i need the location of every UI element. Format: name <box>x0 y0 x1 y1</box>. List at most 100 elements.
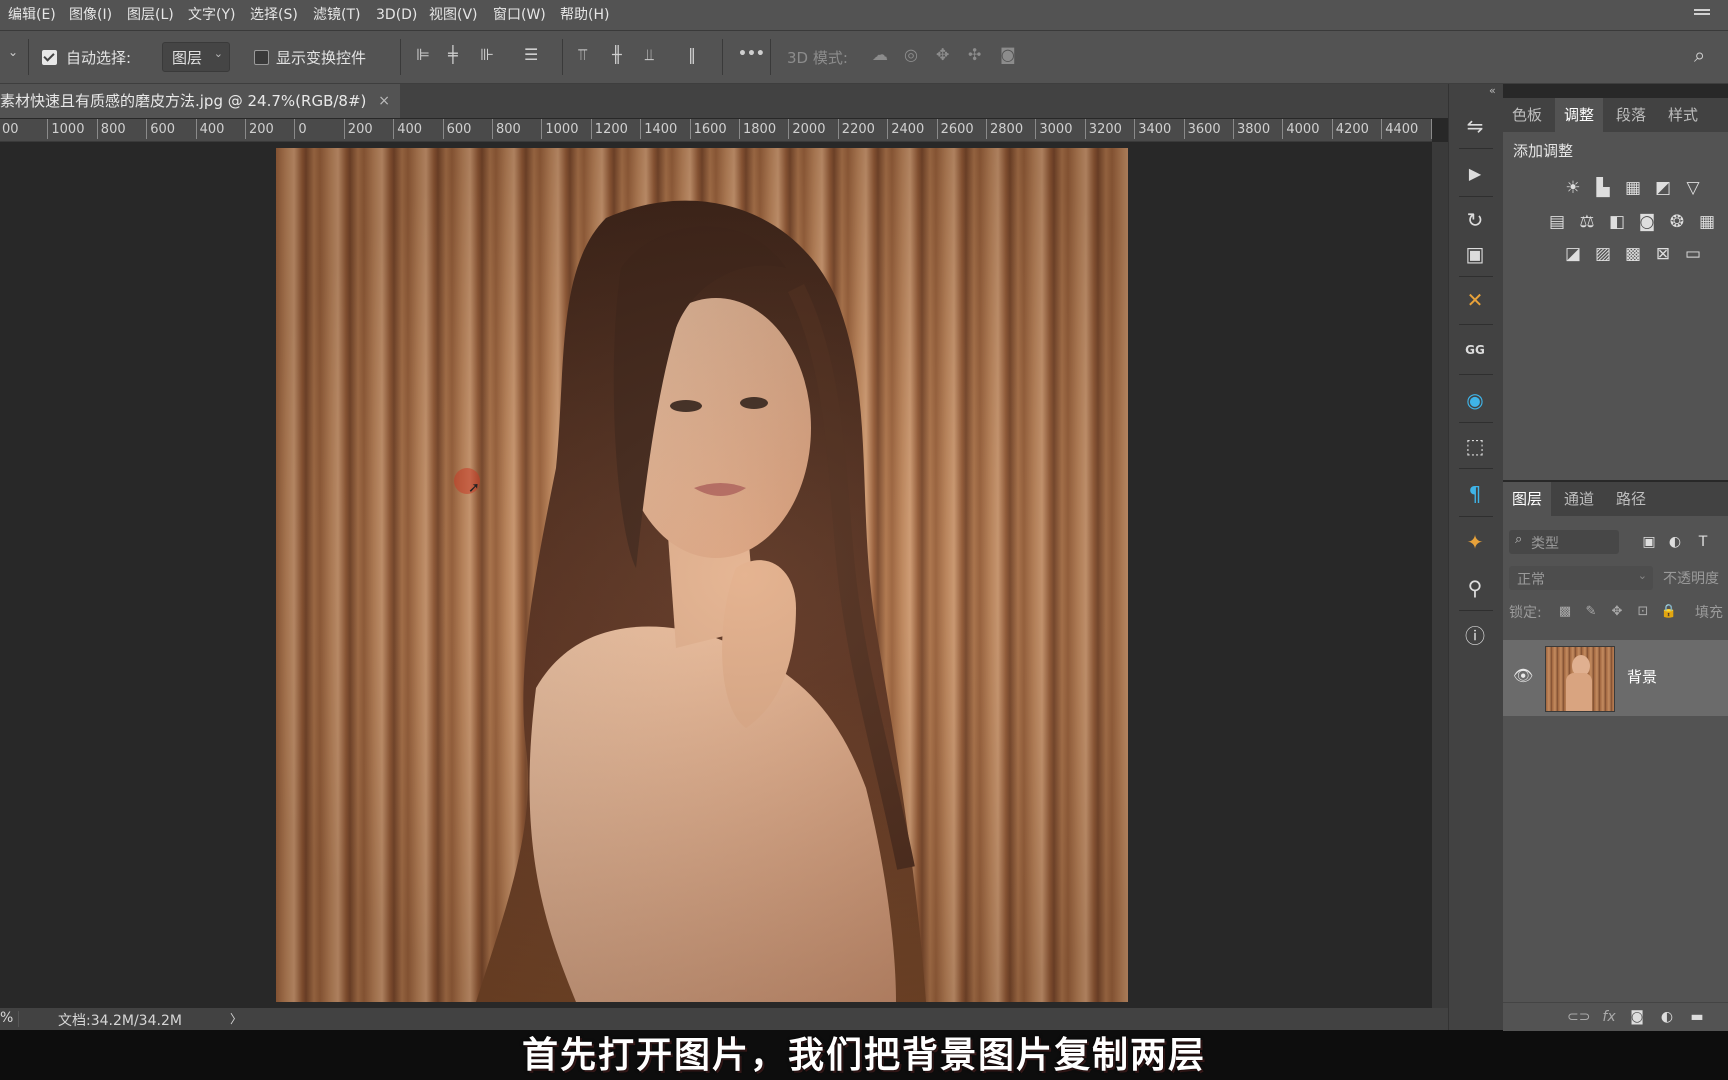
info-icon[interactable]: ⓘ <box>1459 620 1491 652</box>
posterize-icon[interactable]: ▨ <box>1593 244 1613 264</box>
actions-play-icon[interactable]: ▶ <box>1459 158 1491 190</box>
align-hcenter-icon[interactable]: ╪ <box>448 45 458 64</box>
roll-3d-icon[interactable]: ◎ <box>904 45 918 64</box>
gg-plugin-icon[interactable]: GG <box>1459 334 1491 366</box>
menu-view[interactable]: 视图(V) <box>429 0 478 30</box>
align-right-icon[interactable]: ⊪ <box>480 45 494 64</box>
collapse-chevron-icon[interactable]: « <box>1489 84 1496 97</box>
menu-filter[interactable]: 滤镜(T) <box>313 0 360 30</box>
link-layers-icon[interactable]: ⊂⊃ <box>1567 1007 1590 1027</box>
tab-channels[interactable]: 通道 <box>1555 482 1603 516</box>
levels-icon[interactable]: ▙ <box>1593 178 1613 198</box>
pan-3d-icon[interactable]: ✥ <box>936 45 949 64</box>
channel-mixer-icon[interactable]: ❂ <box>1667 212 1687 232</box>
paragraph-plugin-icon[interactable]: ¶ <box>1459 478 1491 510</box>
vibrance-icon[interactable]: ▽ <box>1683 178 1703 198</box>
add-mask-icon[interactable]: ◙ <box>1627 1007 1647 1027</box>
fill-label: 填充 <box>1695 605 1723 621</box>
align-top-icon[interactable]: ⫪ <box>578 45 587 65</box>
lock-pixels-icon[interactable]: ✎ <box>1581 602 1601 622</box>
divider <box>1459 276 1493 277</box>
threshold-icon[interactable]: ▩ <box>1623 244 1643 264</box>
color-lookup-icon[interactable]: ▦ <box>1697 212 1717 232</box>
menu-image[interactable]: 图像(I) <box>69 0 112 30</box>
window-minimize-icon[interactable] <box>1694 7 1710 21</box>
brightness-icon[interactable]: ☀ <box>1563 178 1583 198</box>
show-transform-checkbox[interactable] <box>254 50 269 65</box>
slide-3d-icon[interactable]: ✣ <box>968 45 981 64</box>
photo-filter-icon[interactable]: ◙ <box>1637 212 1657 232</box>
tab-swatches[interactable]: 色板 <box>1503 98 1551 132</box>
divider <box>1459 324 1493 325</box>
divider <box>1459 196 1493 197</box>
layer-row[interactable]: 👁 背景 <box>1503 640 1728 716</box>
invert-icon[interactable]: ◪ <box>1563 244 1583 264</box>
lock-transparent-icon[interactable]: ▩ <box>1555 602 1575 622</box>
close-icon[interactable]: × <box>378 84 390 118</box>
portraiture-plugin-icon[interactable]: ◉ <box>1459 384 1491 416</box>
selective-color-icon[interactable]: ⊠ <box>1653 244 1673 264</box>
ruler-tick-label: 00 <box>2 122 19 137</box>
document-image[interactable]: ➚ <box>276 148 1128 1002</box>
rotate-icon[interactable]: ↻ <box>1459 204 1491 236</box>
tab-layers[interactable]: 图层 <box>1503 482 1551 516</box>
lock-all-icon[interactable]: 🔒 <box>1659 602 1679 622</box>
filter-adjustment-icon[interactable]: ◐ <box>1665 532 1685 552</box>
vertical-scrollbar[interactable] <box>1432 142 1448 1008</box>
new-adjustment-layer-icon[interactable]: ◐ <box>1657 1007 1677 1027</box>
tab-paragraph[interactable]: 段落 <box>1607 98 1655 132</box>
menu-type[interactable]: 文字(Y) <box>188 0 235 30</box>
layer-filter-dropdown[interactable]: ⌕ 类型 <box>1509 530 1619 554</box>
tab-adjustments[interactable]: 调整 <box>1555 98 1603 132</box>
new-group-icon[interactable]: ▬ <box>1687 1007 1707 1027</box>
eye-icon[interactable]: 👁 <box>1513 666 1533 685</box>
3d-cube-icon[interactable]: ⬚ <box>1459 430 1491 462</box>
subtitle-text: 首先打开图片，我们把背景图片复制两层 <box>521 1034 1206 1076</box>
history-icon[interactable]: ⇋ <box>1459 110 1491 142</box>
scale-3d-icon[interactable]: ◙ <box>1000 45 1016 64</box>
layer-filter-placeholder: 类型 <box>1531 536 1559 552</box>
tab-paths[interactable]: 路径 <box>1607 482 1655 516</box>
divider <box>1459 422 1493 423</box>
align-vcenter-icon[interactable]: ╫ <box>612 45 622 64</box>
magic-tool-icon[interactable]: ✦ <box>1459 526 1491 558</box>
fx-icon[interactable]: fx <box>1599 1007 1619 1027</box>
document-tab[interactable]: 素材快速且有质感的磨皮方法.jpg @ 24.7%(RGB/8#) × <box>0 84 400 118</box>
divider <box>562 39 563 75</box>
chevron-down-icon: ⌄ <box>1637 569 1647 582</box>
filter-pixel-icon[interactable]: ▣ <box>1639 532 1659 552</box>
color-balance-icon[interactable]: ⚖ <box>1577 212 1597 232</box>
zoom-readout[interactable]: % <box>0 1010 13 1026</box>
menu-help[interactable]: 帮助(H) <box>560 0 609 30</box>
menu-edit[interactable]: 编辑(E) <box>8 0 56 30</box>
library-icon[interactable]: ▣ <box>1459 238 1491 270</box>
black-white-icon[interactable]: ◧ <box>1607 212 1627 232</box>
curves-icon[interactable]: ▦ <box>1623 178 1643 198</box>
stamp-tool-icon[interactable]: ⚲ <box>1459 572 1491 604</box>
auto-select-dropdown[interactable]: 图层 ⌄ <box>162 42 230 72</box>
distribute-horizontal-icon[interactable]: ‖ <box>688 45 696 64</box>
status-menu-arrow-icon[interactable]: 〉 <box>230 1010 242 1027</box>
exposure-icon[interactable]: ◩ <box>1653 178 1673 198</box>
menu-3d[interactable]: 3D(D) <box>376 0 417 30</box>
divider <box>18 1011 19 1027</box>
menu-window[interactable]: 窗口(W) <box>493 0 546 30</box>
gradient-map-icon[interactable]: ▭ <box>1683 244 1703 264</box>
menu-select[interactable]: 选择(S) <box>250 0 298 30</box>
lock-position-icon[interactable]: ✥ <box>1607 602 1627 622</box>
search-icon[interactable]: ⌕ <box>1694 43 1705 67</box>
auto-select-checkbox[interactable] <box>42 50 57 65</box>
lock-artboard-icon[interactable]: ⊡ <box>1633 602 1653 622</box>
hue-saturation-icon[interactable]: ▤ <box>1547 212 1567 232</box>
distribute-vertical-icon[interactable]: ☰ <box>524 45 538 64</box>
tab-styles[interactable]: 样式 <box>1659 98 1707 132</box>
blend-mode-dropdown[interactable]: 正常 ⌄ <box>1509 566 1653 590</box>
align-left-icon[interactable]: ⊫ <box>416 45 430 64</box>
more-options-icon[interactable]: ••• <box>738 46 765 62</box>
tool-preset-chevron-icon[interactable]: ⌄ <box>8 45 18 59</box>
orbit-3d-icon[interactable]: ☁ <box>872 45 888 64</box>
plugin-tools-icon[interactable]: ✕ <box>1459 284 1491 316</box>
menu-layer[interactable]: 图层(L) <box>127 0 174 30</box>
filter-type-icon[interactable]: T <box>1693 532 1713 552</box>
align-bottom-icon[interactable]: ⫫ <box>645 45 654 65</box>
